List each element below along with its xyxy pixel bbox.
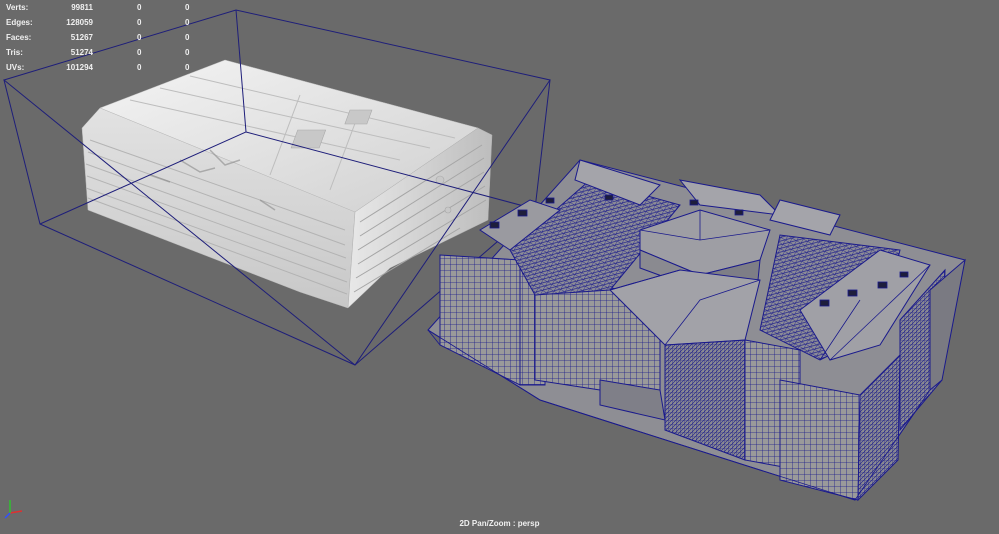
hud-stat-selected: 0 [137,18,142,27]
hud-row: UVs: 101294 0 0 [0,60,200,75]
hud-row: Faces: 51267 0 0 [0,30,200,45]
hud-stat-total: 51267 [70,33,93,42]
maya-viewport-persp[interactable]: Verts: 99811 0 0 Edges: 128059 0 0 Faces: 51267 0 0… [0,0,999,534]
z-axis-line [4,512,11,519]
hud-stat-total: 51274 [70,48,93,57]
hud-row: Verts: 99811 0 0 [0,0,200,15]
hud-stat-selected-extra: 0 [185,18,190,27]
hud-stat-label: UVs: [6,63,25,72]
poly-count-hud: Verts: 99811 0 0 Edges: 128059 0 0 Faces: 51267 0 0… [0,0,200,75]
hud-stat-total: 101294 [66,63,93,72]
xyz-axis-icon [4,500,23,519]
camera-label: 2D Pan/Zoom : persp [459,519,540,528]
hud-stat-selected: 0 [137,48,142,57]
viewport-scene [2,9,966,502]
hud-stat-selected-extra: 0 [185,33,190,42]
hud-stat-label: Verts: [6,3,29,12]
hud-stat-selected-extra: 0 [185,63,190,72]
hud-stat-total: 128059 [66,18,93,27]
hud-stat-label: Tris: [6,48,23,57]
hud-stat-selected: 0 [137,3,142,12]
hud-stat-selected-extra: 0 [185,3,190,12]
hud-stat-selected-extra: 0 [185,48,190,57]
hud-row: Edges: 128059 0 0 [0,15,200,30]
hud-stat-selected: 0 [137,63,142,72]
building-wireframe[interactable] [427,159,966,502]
hud-stat-total: 99811 [71,3,93,12]
hud-stat-label: Faces: [6,33,32,42]
x-axis-line [9,510,23,514]
hud-row: Tris: 51274 0 0 [0,45,200,60]
hud-stat-label: Edges: [6,18,33,27]
hud-stat-selected: 0 [137,33,142,42]
